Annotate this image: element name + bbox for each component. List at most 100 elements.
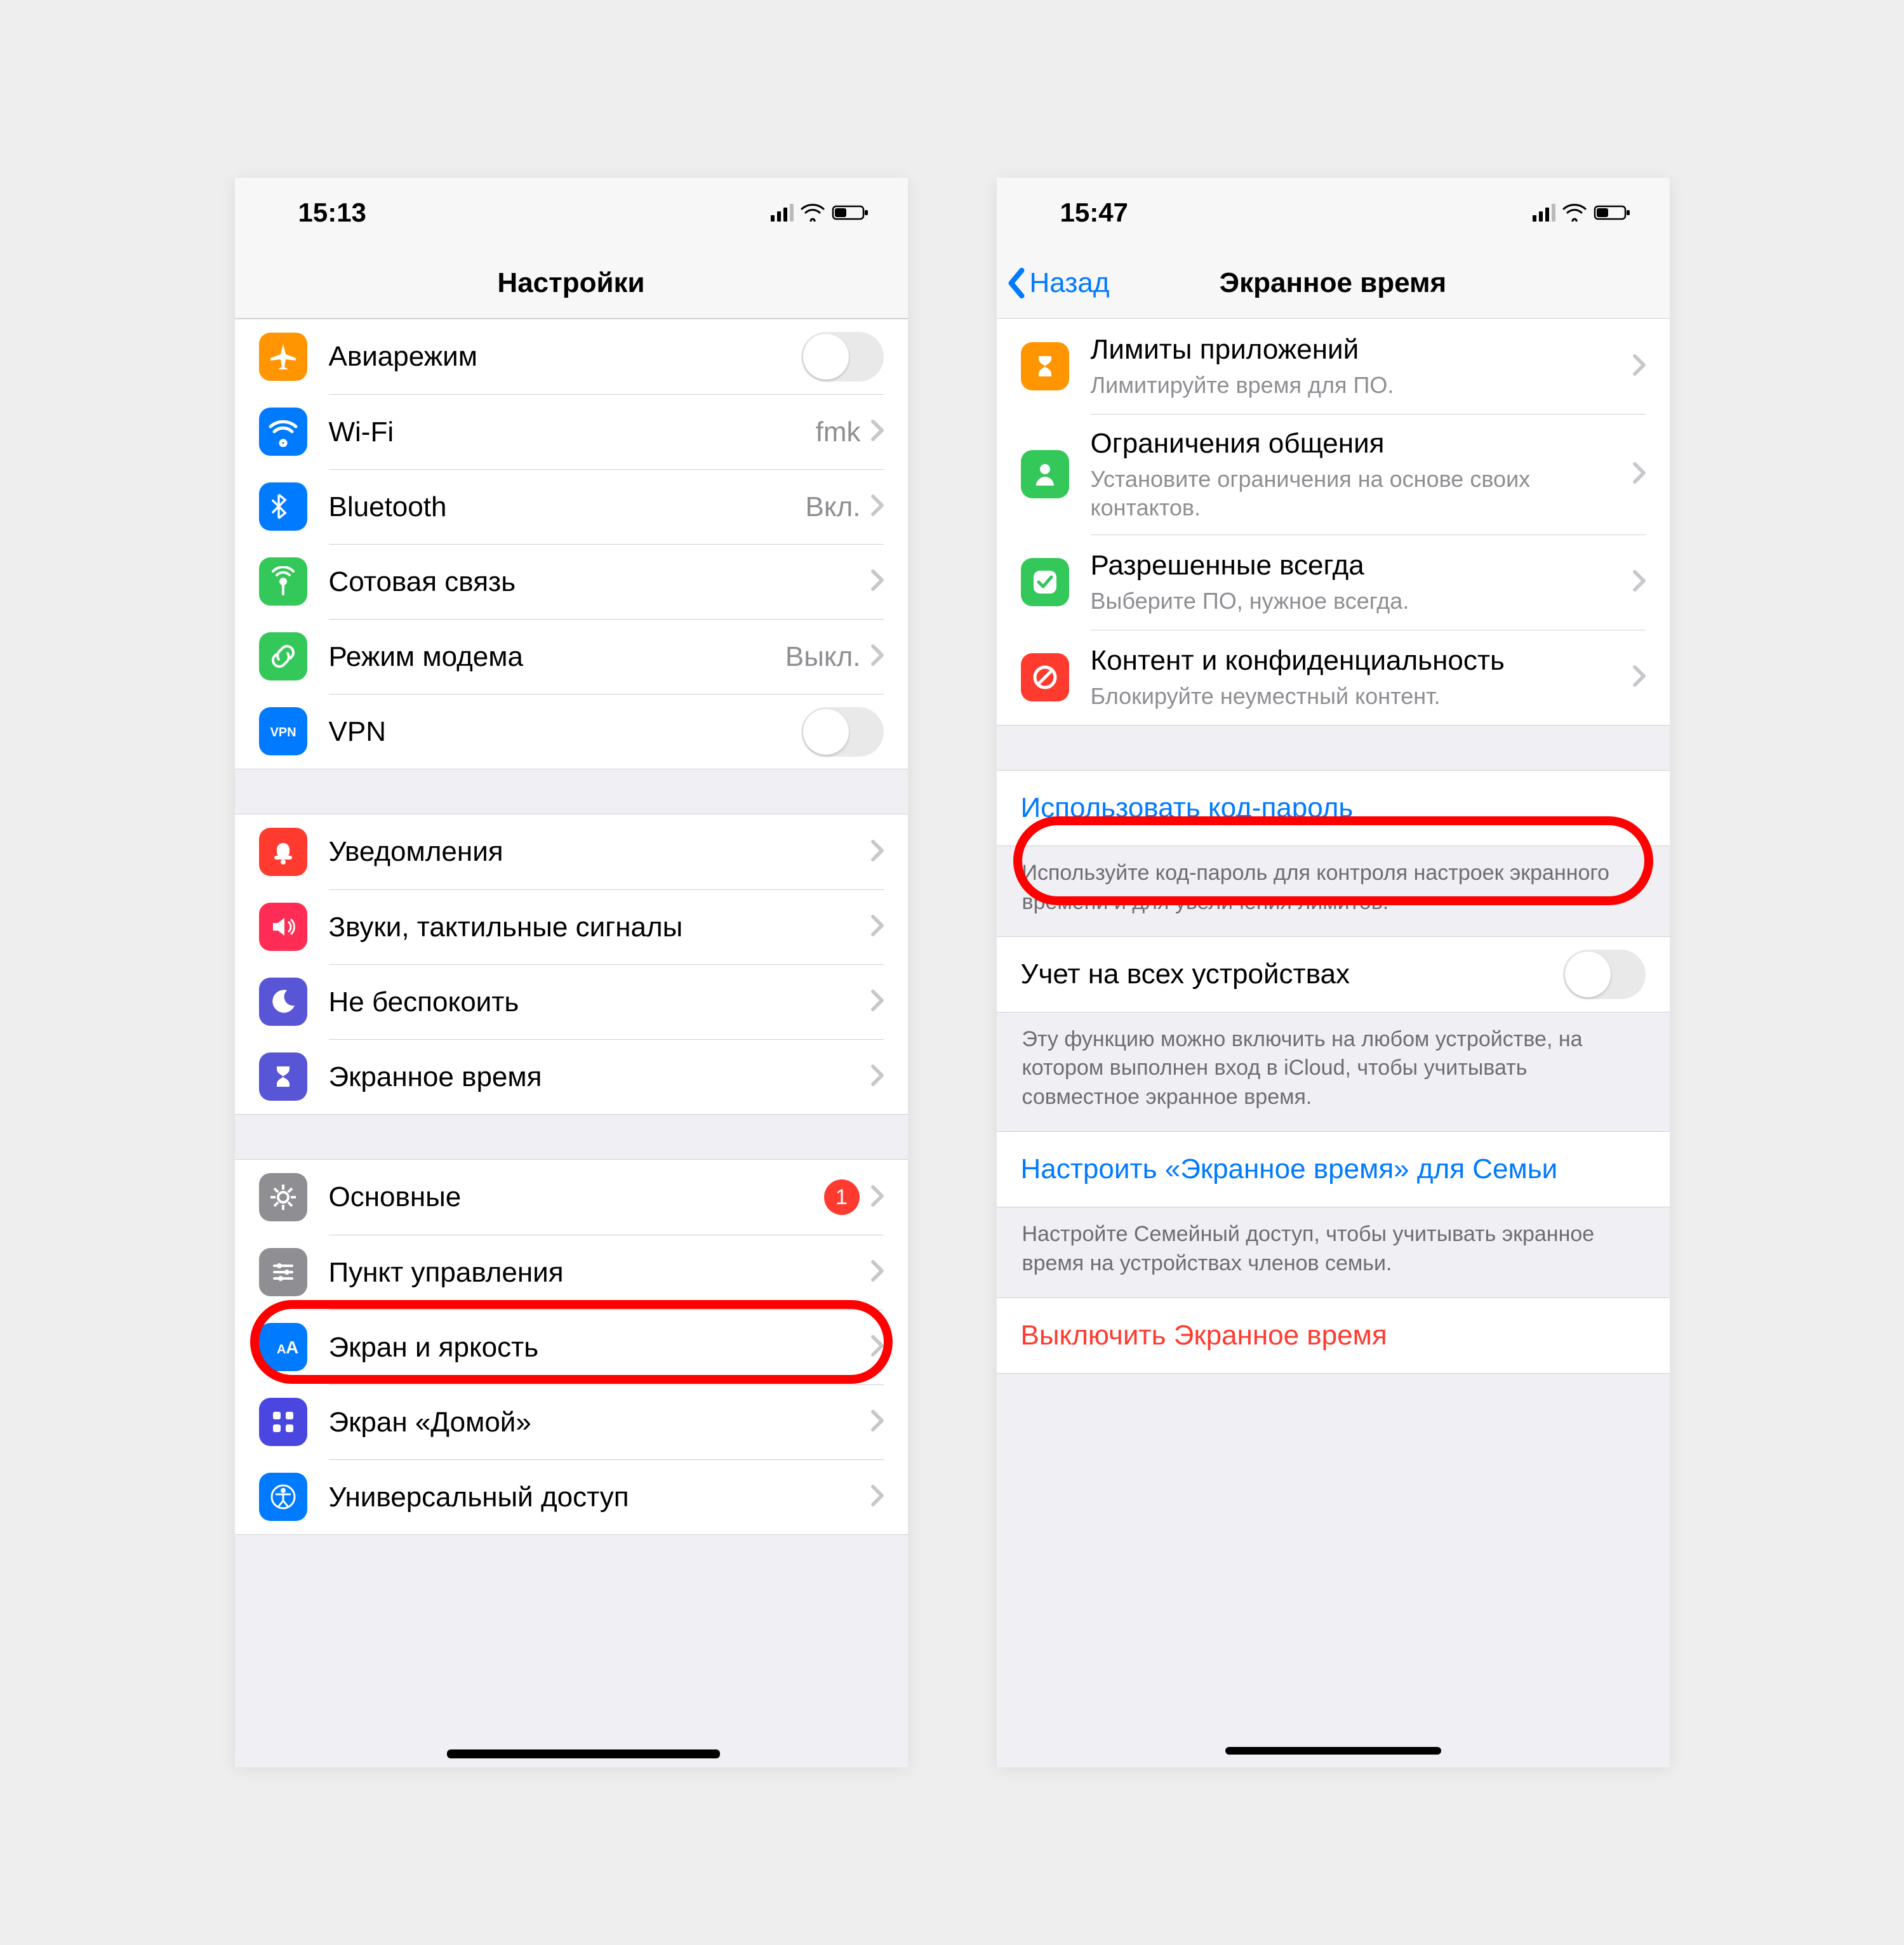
status-indicators <box>1533 197 1632 228</box>
row-label: Сотовая связь <box>329 566 871 598</box>
settings-row-link[interactable]: Режим модемаВыкл. <box>235 619 908 694</box>
wifi-icon <box>800 197 825 228</box>
row-label: Уведомления <box>329 836 871 868</box>
row-subtitle: Установите ограничения на основе своих к… <box>1091 465 1633 522</box>
bell-icon <box>259 828 307 876</box>
cellular-signal-icon <box>771 204 794 222</box>
settings-row-accessibility[interactable]: Универсальный доступ <box>235 1459 908 1534</box>
passcode-footer: Используйте код-пароль для контроля наст… <box>997 846 1670 936</box>
nosign-icon <box>1021 653 1069 701</box>
status-bar: 15:13 <box>235 178 908 248</box>
settings-row-vpn[interactable]: VPN <box>235 694 908 769</box>
moon-icon <box>259 978 307 1026</box>
battery-icon <box>1594 197 1632 228</box>
settings-row-textsize[interactable]: Экран и яркость <box>235 1310 908 1384</box>
status-time: 15:47 <box>1060 197 1128 228</box>
back-label: Назад <box>1030 267 1110 299</box>
row-label: VPN <box>329 716 801 748</box>
row-label: Режим модема <box>329 641 785 673</box>
chevron-right-icon <box>871 644 884 669</box>
settings-row-airplane[interactable]: Авиарежим <box>235 319 908 394</box>
share-footer: Эту функцию можно включить на любом устр… <box>997 1012 1670 1132</box>
battery-icon <box>832 197 870 228</box>
screentime-screen: 15:47 Назад Экранное время Лимиты прилож… <box>997 178 1670 1767</box>
row-label: Звуки, тактильные сигналы <box>329 912 871 943</box>
settings-row-moon[interactable]: Не беспокоить <box>235 964 908 1039</box>
chevron-right-icon <box>1633 462 1646 487</box>
screentime-row-check[interactable]: Разрешенные всегдаВыберите ПО, нужное вс… <box>997 534 1670 630</box>
row-label: Экранное время <box>329 1061 871 1093</box>
family-footer: Настройте Семейный доступ, чтобы учитыва… <box>997 1207 1670 1298</box>
wifi-icon <box>1562 197 1587 228</box>
chevron-right-icon <box>871 495 884 519</box>
row-label: Контент и конфиденциальность <box>1091 644 1633 678</box>
settings-row-bell[interactable]: Уведомления <box>235 814 908 889</box>
settings-row-wifi[interactable]: Wi-Fifmk <box>235 394 908 469</box>
airplane-icon <box>259 333 307 381</box>
chevron-right-icon <box>1633 354 1646 379</box>
share-toggle[interactable] <box>1563 950 1646 999</box>
row-value: Выкл. <box>785 641 861 673</box>
hourglass-icon <box>1021 342 1069 390</box>
passcode-group: Использовать код-пароль <box>997 770 1670 846</box>
chevron-right-icon <box>871 1410 884 1435</box>
chevron-right-icon <box>871 569 884 594</box>
notification-badge: 1 <box>824 1179 860 1215</box>
speaker-icon <box>259 903 307 951</box>
row-label: Bluetooth <box>329 491 806 523</box>
settings-row-hourglass[interactable]: Экранное время <box>235 1039 908 1114</box>
row-subtitle: Лимитируйте время для ПО. <box>1091 371 1633 399</box>
chevron-right-icon <box>871 1335 884 1360</box>
grid-icon <box>259 1398 307 1446</box>
cellular-signal-icon <box>1533 204 1555 222</box>
toggle-switch[interactable] <box>801 332 884 382</box>
hourglass-icon <box>259 1052 307 1101</box>
row-subtitle: Блокируйте неуместный контент. <box>1091 682 1633 710</box>
status-time: 15:13 <box>298 197 366 228</box>
share-across-devices-row[interactable]: Учет на всех устройствах <box>997 937 1670 1012</box>
settings-row-grid[interactable]: Экран «Домой» <box>235 1384 908 1459</box>
toggle-switch[interactable] <box>801 707 884 757</box>
row-label: Ограничения общения <box>1091 427 1633 461</box>
row-label: Wi-Fi <box>329 416 816 448</box>
navigation-bar: Настройки <box>235 248 908 319</box>
settings-group: Основные1Пункт управленияЭкран и яркость… <box>235 1159 908 1535</box>
settings-row-bluetooth[interactable]: BluetoothВкл. <box>235 469 908 544</box>
settings-row-gear[interactable]: Основные1 <box>235 1160 908 1235</box>
redaction-bar <box>447 1749 720 1758</box>
share-group: Учет на всех устройствах <box>997 936 1670 1012</box>
chevron-right-icon <box>1633 570 1646 595</box>
sliders-icon <box>259 1248 307 1296</box>
settings-group: Уведомления Звуки, тактильные сигналы Не б… <box>235 814 908 1115</box>
link-icon <box>259 632 307 680</box>
back-button[interactable]: Назад <box>1007 248 1110 318</box>
settings-row-antenna[interactable]: Сотовая связь <box>235 544 908 619</box>
antenna-icon <box>259 557 307 606</box>
wifi-icon <box>259 408 307 456</box>
row-label: Экран «Домой» <box>329 1407 871 1438</box>
settings-row-speaker[interactable]: Звуки, тактильные сигналы <box>235 889 908 964</box>
chevron-right-icon <box>871 840 884 865</box>
page-title: Настройки <box>497 267 644 299</box>
chevron-right-icon <box>871 990 884 1014</box>
screentime-options-group: Лимиты приложенийЛимитируйте время для П… <box>997 319 1670 726</box>
bluetooth-icon <box>259 482 307 531</box>
settings-row-sliders[interactable]: Пункт управления <box>235 1235 908 1310</box>
home-indicator[interactable] <box>1225 1747 1441 1755</box>
vpn-icon <box>259 707 307 755</box>
screentime-row-person[interactable]: Ограничения общения Установите ограничени… <box>997 414 1670 534</box>
turn-off-button[interactable]: Выключить Экранное время <box>997 1298 1670 1373</box>
chevron-right-icon <box>871 1260 884 1285</box>
screentime-row-nosign[interactable]: Контент и конфиденциальность Блокируйте н… <box>997 630 1670 725</box>
share-label: Учет на всех устройствах <box>1021 959 1563 990</box>
navigation-bar: Назад Экранное время <box>997 248 1670 319</box>
use-passcode-button[interactable]: Использовать код-пароль <box>997 771 1670 846</box>
row-label: Авиарежим <box>329 341 801 373</box>
row-label: Универсальный доступ <box>329 1482 871 1513</box>
family-setup-button[interactable]: Настроить «Экранное время» для Семьи <box>997 1132 1670 1207</box>
family-label: Настроить «Экранное время» для Семьи <box>1021 1153 1646 1185</box>
chevron-right-icon <box>871 420 884 444</box>
status-bar: 15:47 <box>997 178 1670 248</box>
status-indicators <box>771 197 870 228</box>
screentime-row-hourglass[interactable]: Лимиты приложенийЛимитируйте время для П… <box>997 319 1670 414</box>
